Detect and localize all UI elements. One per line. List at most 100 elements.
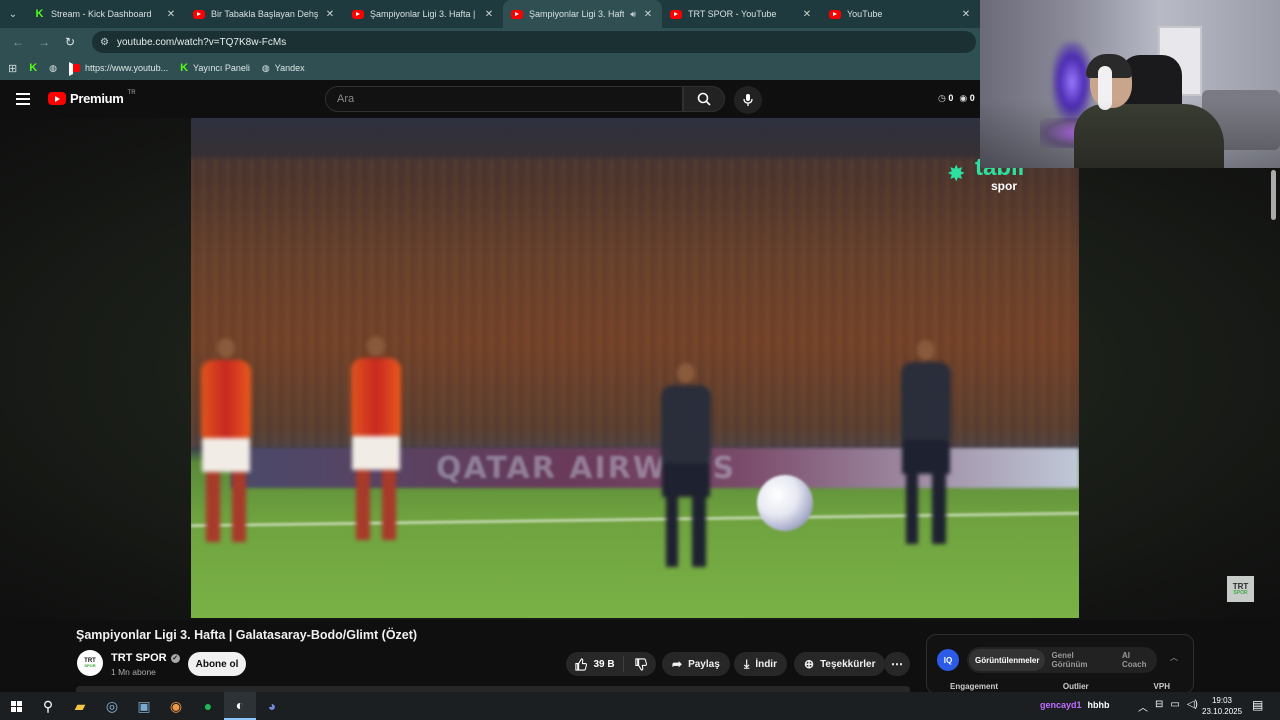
youtube-icon xyxy=(511,9,523,19)
tab-youtube-dehset[interactable]: Bir Tabakla Başlayan Dehşet: İss ✕ xyxy=(185,0,344,28)
tab-title: Şampiyonlar Ligi 3. Hafta | Athl xyxy=(370,9,477,19)
microsoft-store-icon[interactable]: ▣ xyxy=(128,692,160,720)
tab-title: Bir Tabakla Başlayan Dehşet: İss xyxy=(211,9,318,19)
chat-username: gencayd1 xyxy=(1040,700,1082,710)
watch-metadata: Şampiyonlar Ligi 3. Hafta | Galatasaray-… xyxy=(0,620,1280,694)
views-counter: ◉ 0 xyxy=(959,93,975,103)
bookmark-globe[interactable]: ◍ xyxy=(49,63,57,74)
chevron-up-icon[interactable]: ︿ xyxy=(1138,699,1148,714)
steam-icon[interactable]: ◎ xyxy=(96,692,128,720)
clock-counter: ◷ 0 xyxy=(938,93,954,103)
channel-name[interactable]: TRT SPOR ✓ xyxy=(111,652,180,664)
clock-date: 23.10.2025 xyxy=(1202,707,1243,716)
kick-icon: K xyxy=(29,62,38,74)
football xyxy=(757,475,813,531)
kick-icon: K xyxy=(35,8,44,20)
close-icon[interactable]: ✕ xyxy=(483,9,495,20)
bookmark-label: https://www.youtub... xyxy=(85,63,169,73)
download-button[interactable]: ⤓ İndir xyxy=(734,652,787,676)
tab-youtube-galatasaray-active[interactable]: Şampiyonlar Ligi 3. Hafta | G 🔊︎ ✕ xyxy=(503,0,662,28)
menu-icon[interactable] xyxy=(16,93,30,105)
discord-icon[interactable]: ◕ xyxy=(256,692,288,720)
bookmark-yandex[interactable]: ◍ Yandex xyxy=(262,63,305,74)
thanks-icon: ⊕ xyxy=(804,657,815,671)
tab-youtube[interactable]: YouTube ✕ xyxy=(821,0,980,28)
search-icon[interactable]: ⚲ xyxy=(32,692,64,720)
apps-grid-icon[interactable]: ⊞ xyxy=(8,62,17,75)
display-icon[interactable]: ▭ xyxy=(1170,699,1179,714)
tab-kick-dashboard[interactable]: K Stream - Kick Dashboard ✕ xyxy=(26,0,185,28)
player-figure xyxy=(661,363,711,567)
speaker-icon[interactable]: 🔊︎ xyxy=(630,9,636,20)
spotify-icon[interactable]: ● xyxy=(192,692,224,720)
player-figure xyxy=(201,338,251,542)
subscribe-button[interactable]: Abone ol xyxy=(188,652,246,676)
close-icon[interactable]: ✕ xyxy=(324,9,336,20)
forward-icon[interactable]: → xyxy=(34,32,54,52)
microphone-icon xyxy=(743,94,753,106)
more-actions-icon[interactable]: ⋯ xyxy=(884,652,910,676)
address-bar[interactable]: ⚙︎ youtube.com/watch?v=TQ7K8w-FcMs xyxy=(92,31,976,53)
youtube-header: Premium TR Ara ◷ 0 ◉ 0 xyxy=(0,81,980,118)
tab-search-chevron-icon[interactable]: ⌄ xyxy=(0,0,26,28)
video-title: Şampiyonlar Ligi 3. Hafta | Galatasaray-… xyxy=(76,628,418,642)
share-button[interactable]: ➦ Paylaş xyxy=(662,652,730,676)
channel-avatar[interactable]: TRT SPOR xyxy=(77,650,103,676)
windows-taskbar: ⚲ ▰ ◎ ▣ ◉ ● ◐ ◕ gencayd1 hbhb ︿ ⊟ ▭ ◁) 1… xyxy=(0,692,1280,720)
file-explorer-icon[interactable]: ▰ xyxy=(64,692,96,720)
page-scrollbar[interactable] xyxy=(1271,170,1276,220)
iq-logo: IQ xyxy=(937,649,959,671)
tab-trt-spor[interactable]: TRT SPOR - YouTube ✕ xyxy=(662,0,821,28)
extension-counters[interactable]: ◷ 0 ◉ 0 xyxy=(938,93,975,104)
youtube-icon xyxy=(193,9,205,19)
bookmark-kick[interactable]: K xyxy=(29,62,37,74)
search-input[interactable]: Ara xyxy=(325,86,683,112)
obs-icon[interactable]: ◐ xyxy=(224,692,256,720)
player-figure xyxy=(351,336,401,540)
youtube-icon xyxy=(69,64,81,72)
video-player[interactable]: QATAR AIRWAYS ✸ tabii spor xyxy=(191,118,1079,618)
trt-spor-badge: TRT SPOR xyxy=(1227,576,1254,602)
notifications-icon[interactable]: ▤ xyxy=(1252,698,1263,712)
tab-youtube-athletic[interactable]: Şampiyonlar Ligi 3. Hafta | Athl ✕ xyxy=(344,0,503,28)
like-count: 39 B xyxy=(593,658,615,670)
youtube-premium-logo[interactable]: Premium TR xyxy=(48,90,136,106)
tabii-star-icon: ✸ xyxy=(947,161,966,186)
youtube-icon xyxy=(670,9,682,19)
dislike-button[interactable] xyxy=(624,657,656,671)
like-button[interactable]: 39 B xyxy=(566,656,624,672)
iq-tab-views[interactable]: Görüntülenmeler xyxy=(969,649,1046,671)
close-icon[interactable]: ✕ xyxy=(642,9,654,20)
thumbs-up-icon xyxy=(575,657,588,671)
system-tray: ︿ ⊟ ▭ ◁) xyxy=(1138,699,1198,714)
bookmark-youtube[interactable]: https://www.youtub... xyxy=(69,63,168,73)
chat-overlay: gencayd1 hbhb xyxy=(1040,700,1110,710)
back-icon[interactable]: ← xyxy=(8,32,28,52)
start-button[interactable] xyxy=(0,692,32,720)
iq-tab-overview[interactable]: Genel Görünüm xyxy=(1045,651,1108,669)
bookmark-yayinci-paneli[interactable]: K Yayıncı Paneli xyxy=(180,62,250,74)
reload-icon[interactable]: ↻ xyxy=(60,32,80,52)
voice-search-button[interactable] xyxy=(734,86,762,114)
chevron-up-icon[interactable]: ︿ xyxy=(1170,652,1178,663)
thanks-button[interactable]: ⊕ Teşekkürler xyxy=(794,652,886,676)
tabii-sub: spor xyxy=(991,179,1018,193)
close-icon[interactable]: ✕ xyxy=(960,9,972,20)
close-icon[interactable]: ✕ xyxy=(165,9,177,20)
search-button[interactable] xyxy=(683,86,725,112)
tab-title: TRT SPOR - YouTube xyxy=(688,9,777,19)
thumbs-down-icon xyxy=(634,657,647,671)
search-icon xyxy=(697,92,711,106)
url-text[interactable]: youtube.com/watch?v=TQ7K8w-FcMs xyxy=(117,37,286,48)
network-icon[interactable]: ⊟ xyxy=(1155,699,1163,714)
volume-icon[interactable]: ◁) xyxy=(1187,699,1198,714)
site-info-icon[interactable]: ⚙︎ xyxy=(100,37,109,48)
close-icon[interactable]: ✕ xyxy=(801,9,813,20)
download-icon: ⤓ xyxy=(744,656,750,671)
clock[interactable]: 19:03 23.10.2025 xyxy=(1202,695,1242,717)
iq-col-engagement: Engagement xyxy=(950,682,999,691)
iq-tab-ai-coach[interactable]: AI Coach xyxy=(1116,651,1157,669)
chrome-icon[interactable]: ◉ xyxy=(160,692,192,720)
subscriber-count: 1 Mn abone xyxy=(111,667,156,677)
verified-icon: ✓ xyxy=(170,653,180,663)
